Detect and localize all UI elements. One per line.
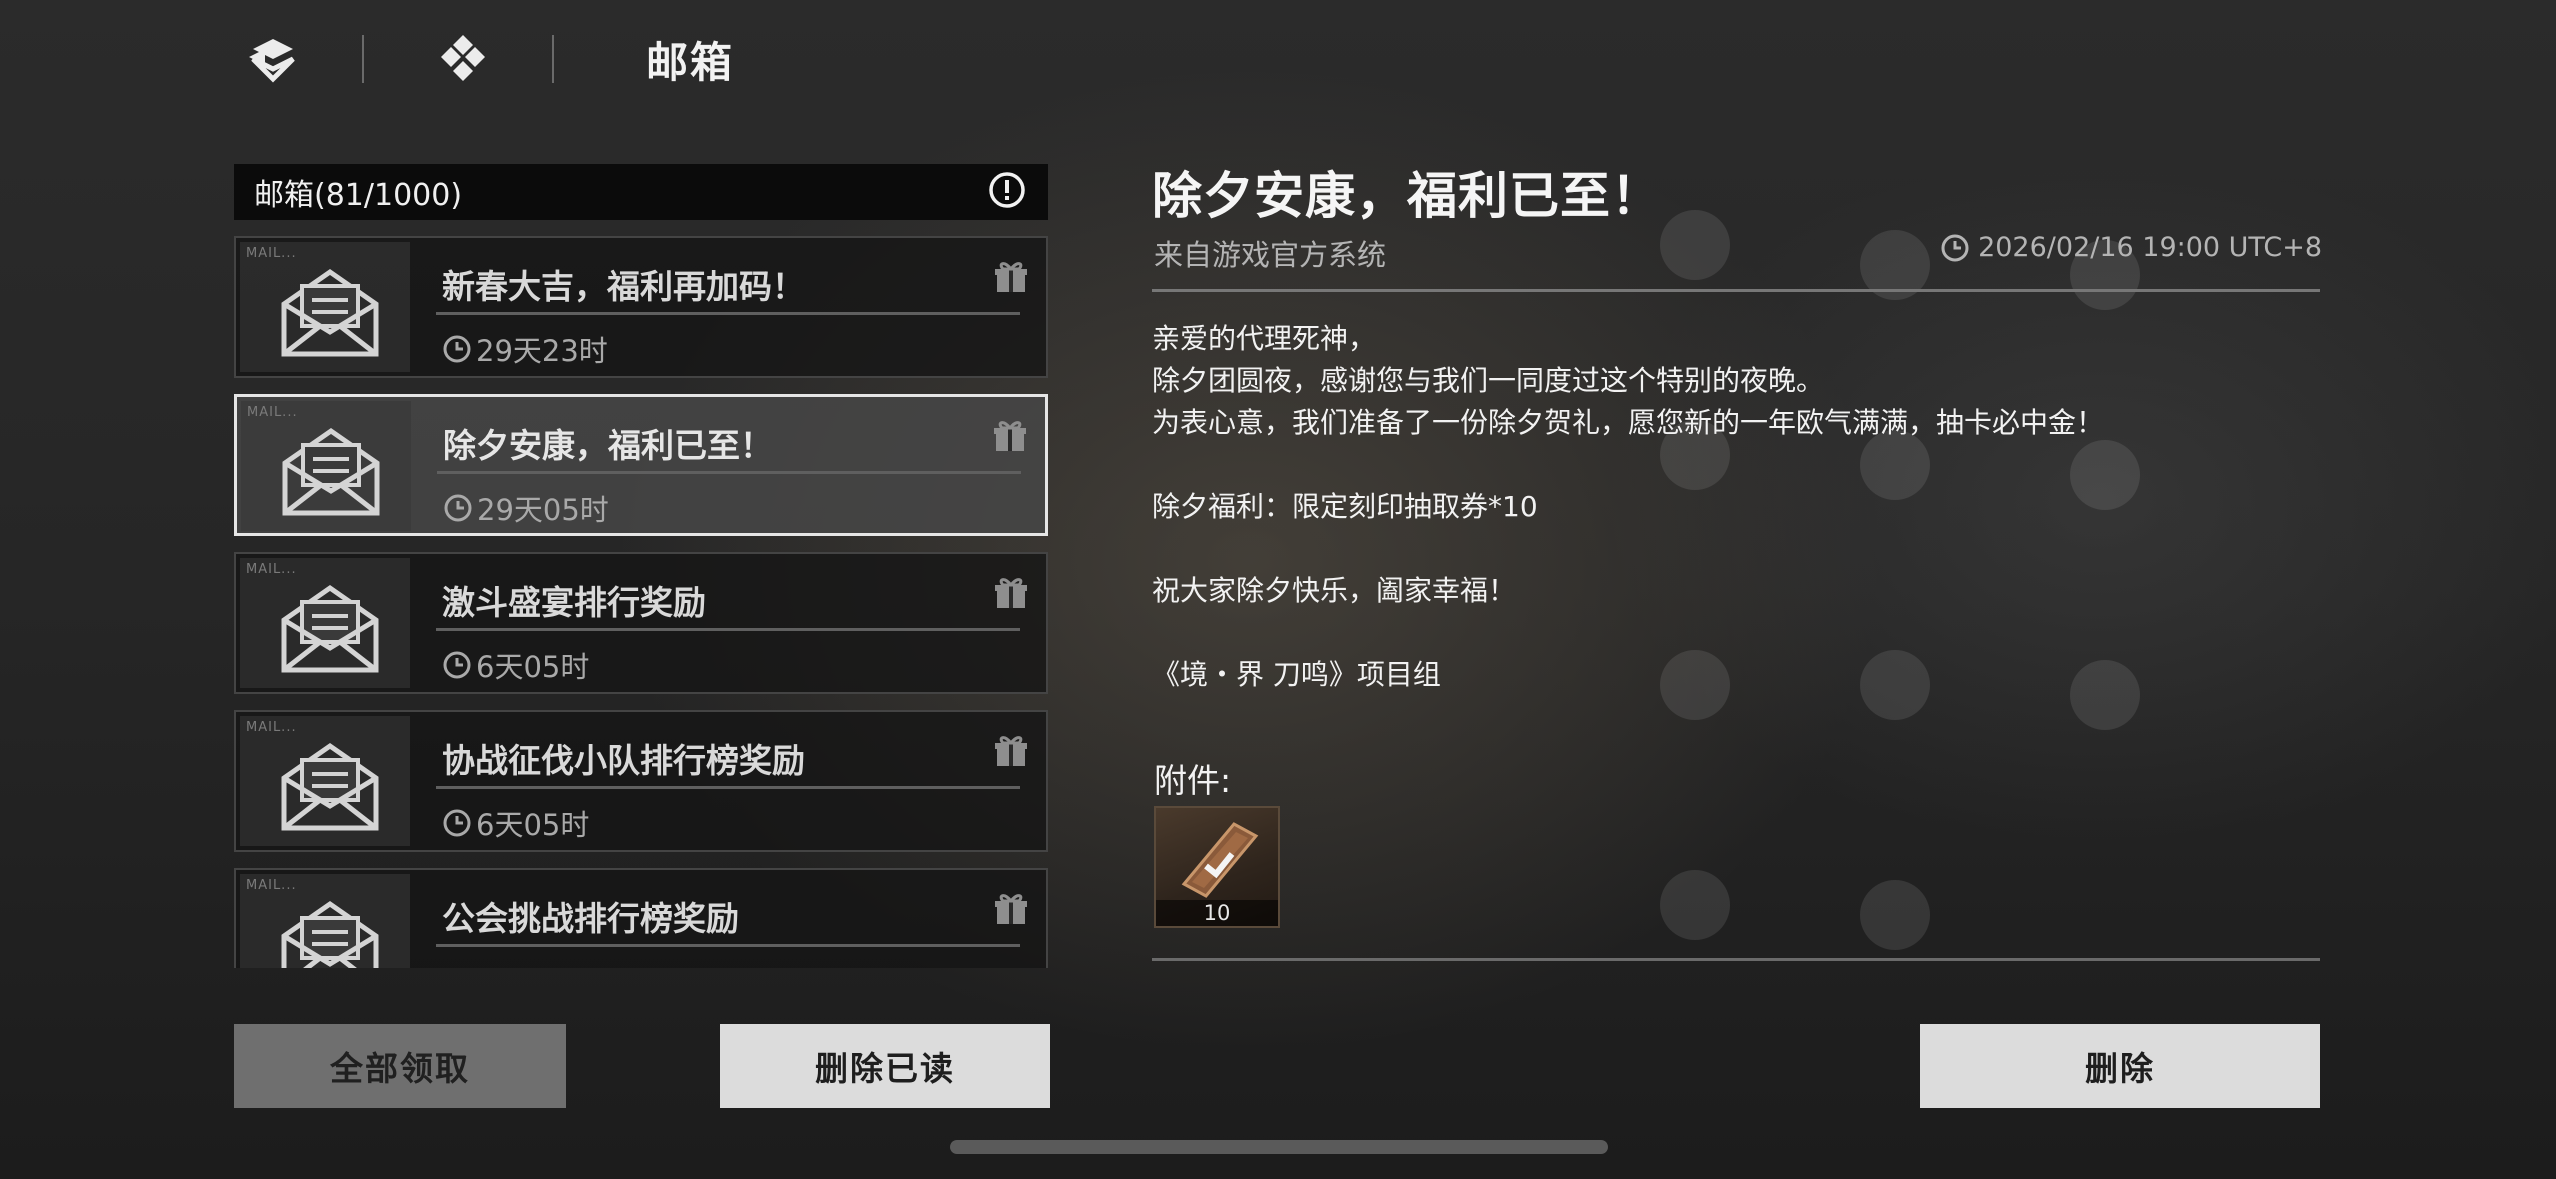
mail-tag: MAIL... — [246, 878, 297, 893]
divider — [436, 786, 1020, 789]
mail-list[interactable]: MAIL... 新春大吉，福利再加码！ 29天23时 MAIL... 除夕安康，福利已至… — [234, 236, 1048, 968]
mail-thumbnail: MAIL... — [240, 716, 410, 846]
mail-date: 2026/02/16 19:00 UTC+8 — [1940, 232, 2322, 263]
body-line: 亲爱的代理死神， — [1152, 322, 1377, 355]
gift-icon — [995, 262, 1027, 292]
mail-title: 除夕安康，福利已至！ — [1152, 167, 1662, 225]
home-button[interactable] — [426, 27, 500, 91]
gift-icon — [994, 421, 1026, 451]
divider — [1152, 958, 2320, 961]
home-icon — [441, 35, 485, 81]
divider — [437, 471, 1021, 474]
info-button[interactable] — [988, 171, 1026, 213]
mail-body: 亲爱的代理死神， 除夕团圆夜，感谢您与我们一同度过这个特别的夜晚。 为表心意，我… — [1152, 318, 2320, 696]
clock-icon — [443, 335, 471, 363]
delete-read-button[interactable]: 删除已读 — [720, 1024, 1050, 1108]
envelope-icon — [281, 900, 379, 968]
mailbox-count-bar: 邮箱(81/1000) — [234, 164, 1048, 220]
gift-icon — [995, 894, 1027, 924]
delete-button[interactable]: 删除 — [1920, 1024, 2320, 1108]
mail-tag: MAIL... — [247, 405, 298, 420]
envelope-icon — [281, 268, 379, 357]
claim-all-button[interactable]: 全部领取 — [234, 1024, 566, 1108]
ticket-icon — [1181, 822, 1259, 898]
reward-indicator — [994, 576, 1028, 614]
mail-list-item[interactable]: MAIL... 协战征伐小队排行榜奖励 6天05时 — [234, 710, 1048, 852]
mail-tag: MAIL... — [246, 720, 297, 735]
back-button[interactable] — [236, 27, 310, 91]
mail-expiry: 6天05时 — [442, 802, 589, 844]
attachment-item[interactable]: 10 — [1154, 806, 1280, 928]
mail-date-text: 2026/02/16 19:00 UTC+8 — [1978, 232, 2322, 263]
mail-tag: MAIL... — [246, 246, 297, 261]
mail-thumbnail: MAIL... — [240, 558, 410, 688]
body-line: 除夕团圆夜，感谢您与我们一同度过这个特别的夜晚。 — [1152, 364, 1825, 397]
envelope-icon — [281, 584, 379, 673]
mail-thumbnail: MAIL... — [240, 242, 410, 372]
page-title: 邮箱 — [646, 37, 735, 87]
mailbox-count: 邮箱(81/1000) — [254, 178, 463, 213]
mail-expiry-text: 6天05时 — [476, 808, 590, 842]
mail-item-title: 激斗盛宴排行奖励 — [442, 583, 706, 622]
body-line: 除夕福利：限定刻印抽取券*10 — [1152, 490, 1538, 523]
header-divider — [552, 35, 554, 83]
top-bar: 邮箱 — [236, 24, 734, 94]
divider — [436, 628, 1020, 631]
mail-list-item[interactable]: MAIL... 激斗盛宴排行奖励 6天05时 — [234, 552, 1048, 694]
body-line: 祝大家除夕快乐，阖家幸福！ — [1152, 574, 1517, 607]
attachment-count: 10 — [1156, 900, 1278, 926]
clock-icon — [443, 809, 471, 837]
alert-icon — [989, 172, 1025, 208]
mail-list-item[interactable]: MAIL... 公会挑战排行榜奖励 — [234, 868, 1048, 968]
mail-item-title: 除夕安康，福利已至！ — [443, 426, 773, 465]
mail-sender: 来自游戏官方系统 — [1154, 238, 1387, 272]
gift-icon — [995, 578, 1027, 608]
envelope-icon — [281, 742, 379, 831]
body-line: 《境・界 刀鸣》项目组 — [1152, 658, 1441, 691]
envelope-icon — [282, 427, 380, 516]
divider — [436, 312, 1020, 315]
mail-expiry: 29天05时 — [443, 487, 609, 529]
mail-expiry: 6天05时 — [442, 644, 589, 686]
reward-indicator — [994, 734, 1028, 772]
reward-indicator — [993, 419, 1027, 457]
body-line: 为表心意，我们准备了一份除夕贺礼，愿您新的一年欧气满满，抽卡必中金！ — [1152, 406, 2105, 439]
home-indicator[interactable] — [950, 1140, 1608, 1154]
mail-expiry-text: 29天05时 — [477, 493, 609, 527]
mail-item-title: 公会挑战排行榜奖励 — [442, 899, 739, 938]
mail-thumbnail: MAIL... — [240, 874, 410, 968]
back-icon — [249, 39, 295, 83]
mail-expiry: 29天23时 — [442, 328, 608, 370]
mail-thumbnail: MAIL... — [241, 401, 411, 531]
mailbox-screen: 邮箱 邮箱(81/1000) MAIL... 新春大吉，福利再加码！ 29天23时 M… — [0, 0, 2556, 1179]
mail-item-title: 协战征伐小队排行榜奖励 — [442, 741, 805, 780]
mail-expiry-text: 29天23时 — [476, 334, 608, 368]
divider — [436, 944, 1020, 947]
mail-list-item[interactable]: MAIL... 除夕安康，福利已至！ 29天05时 — [234, 394, 1048, 536]
mail-list-item[interactable]: MAIL... 新春大吉，福利再加码！ 29天23时 — [234, 236, 1048, 378]
mail-tag: MAIL... — [246, 562, 297, 577]
clock-icon — [444, 494, 472, 522]
gift-icon — [995, 736, 1027, 766]
divider — [1152, 289, 2320, 292]
reward-indicator — [994, 892, 1028, 930]
clock-icon — [443, 651, 471, 679]
mail-item-title: 新春大吉，福利再加码！ — [442, 267, 805, 306]
attachments-label: 附件: — [1154, 761, 1232, 800]
header-divider — [362, 35, 364, 83]
reward-indicator — [994, 260, 1028, 298]
clock-icon — [1941, 234, 1969, 261]
mail-expiry-text: 6天05时 — [476, 650, 590, 684]
